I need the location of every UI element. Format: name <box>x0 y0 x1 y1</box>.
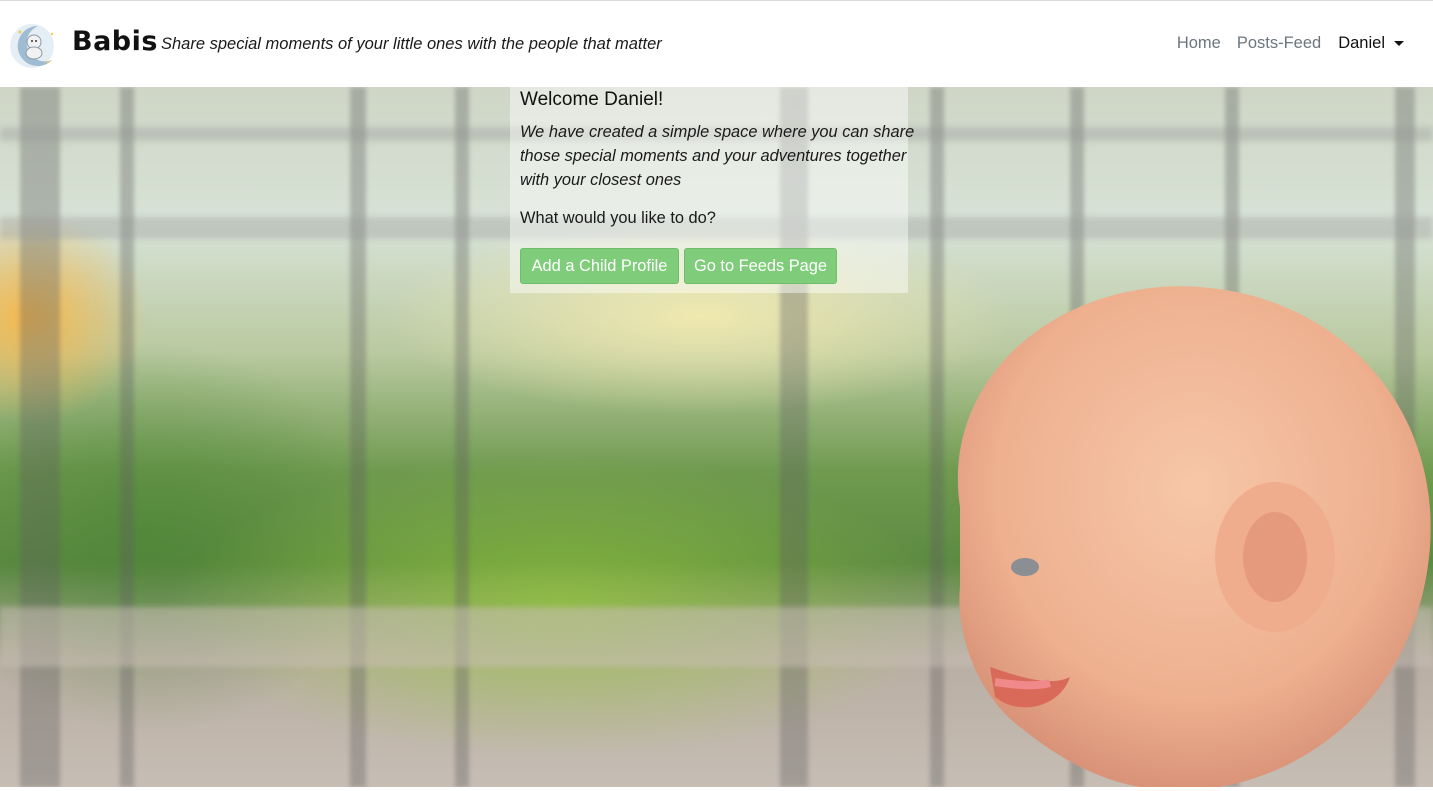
welcome-question: What would you like to do? <box>520 209 716 227</box>
railing-post <box>20 87 60 787</box>
railing-post <box>350 87 366 787</box>
user-dropdown[interactable]: Daniel <box>1338 34 1404 53</box>
brand-tagline: Share special moments of your little one… <box>161 35 662 53</box>
add-child-profile-button[interactable]: Add a Child Profile <box>520 248 679 284</box>
welcome-description: We have created a simple space where you… <box>520 123 915 189</box>
user-name: Daniel <box>1338 34 1385 52</box>
moon-baby-logo-icon[interactable] <box>8 22 62 70</box>
nav-links: Home Posts-Feed Daniel <box>1161 34 1404 53</box>
welcome-title: Welcome Daniel! <box>520 89 664 110</box>
nav-posts-feed-link[interactable]: Posts-Feed <box>1237 34 1321 53</box>
go-to-feeds-button[interactable]: Go to Feeds Page <box>684 248 837 284</box>
bottom-strip <box>0 787 1433 791</box>
navbar: Babis Share special moments of your litt… <box>0 1 1433 87</box>
railing-post <box>455 87 469 787</box>
baby-photo <box>957 286 1431 787</box>
railing-post <box>120 87 134 787</box>
caret-down-icon <box>1394 41 1404 46</box>
nav-home-link[interactable]: Home <box>1177 34 1221 53</box>
brand-name[interactable]: Babis <box>72 26 158 57</box>
hero-section <box>0 87 1433 787</box>
